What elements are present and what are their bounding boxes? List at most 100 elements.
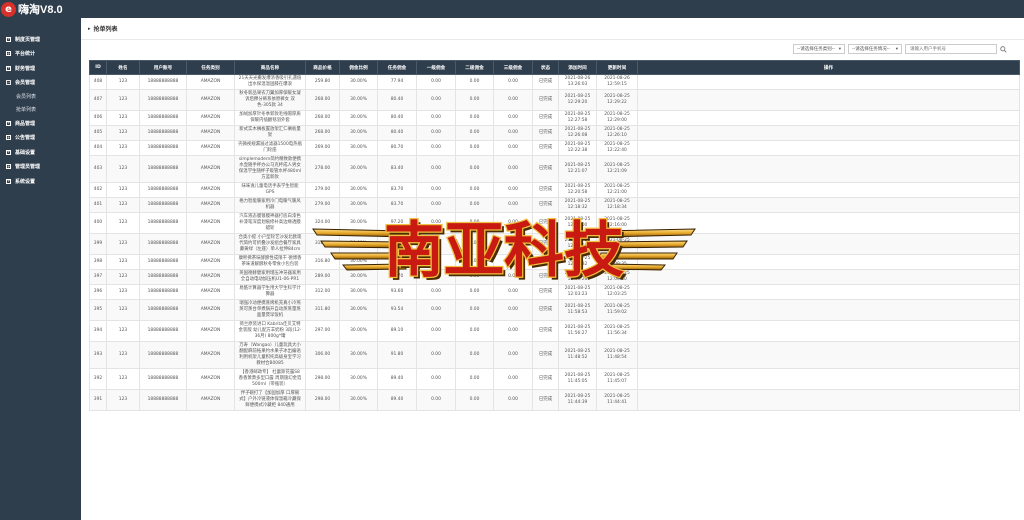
level2-commission-cell: 0.00 xyxy=(455,74,494,90)
product-name-cell: 万寿（Wangao）儿童玩具大小翻配麻前拓果约水果子冰出编语利用机架儿童积托高级… xyxy=(234,341,306,369)
task-type-cell: AMAZON xyxy=(186,110,235,126)
column-header: 任务佣金 xyxy=(377,60,417,75)
product-name-cell: 伴子碗打了【加固加厚 口厚碗式】户外冷链液体保温箱冷藏保鲜便携式冷藏柜 840通… xyxy=(234,389,306,411)
sidebar-item-basic-settings[interactable]: + 基础设置 xyxy=(0,145,81,160)
task-commission-cell: 83.70 xyxy=(377,197,417,213)
task-type-cell: AMAZON xyxy=(186,212,235,234)
updated-at-cell: 2021-08-26 12:59:15 xyxy=(596,74,638,90)
id-cell: 403 xyxy=(89,155,107,183)
status-cell: 已完成 xyxy=(532,182,559,198)
name-cell: 123 xyxy=(106,182,140,198)
actions-cell xyxy=(637,320,1020,342)
task-commission-cell: 89.10 xyxy=(377,320,417,342)
price-cell: 297.00 xyxy=(305,320,340,342)
sidebar-subitem-grab-list[interactable]: 抢单列表 xyxy=(0,103,81,116)
actions-cell xyxy=(637,182,1020,198)
table-row: 407 123 18888888888 AMAZON 秋冬新品果农刀翼加厚保暖女凝诉后穆… xyxy=(89,89,1020,111)
account-cell: 18888888888 xyxy=(139,197,187,213)
expand-plus-icon: + xyxy=(6,36,11,42)
name-cell: 123 xyxy=(106,140,140,156)
sidebar-item-label: 基础设置 xyxy=(15,149,36,156)
task-status-select-value: --请选择任务情况-- xyxy=(852,47,890,52)
sidebar-item-admins[interactable]: + 管理员管理 xyxy=(0,160,81,175)
level3-commission-cell: 0.00 xyxy=(493,182,533,198)
account-cell: 18888888888 xyxy=(139,254,187,270)
status-cell: 已完成 xyxy=(532,74,559,90)
level3-commission-cell: 0.00 xyxy=(493,254,533,270)
sidebar: + 制度页管理 + 平台统计 + 财务管理 − 会员管理 会员列表 抢单列表 + 商品管理… xyxy=(0,18,81,520)
account-cell: 18888888888 xyxy=(139,299,187,321)
task-type-cell: AMAZON xyxy=(186,140,235,156)
search-button[interactable] xyxy=(997,44,1010,54)
price-cell: 268.00 xyxy=(305,110,340,126)
status-cell: 已完成 xyxy=(532,299,559,321)
sidebar-item-label: 商品管理 xyxy=(15,120,36,127)
actions-cell xyxy=(637,125,1020,141)
task-commission-cell: 95.40 xyxy=(377,233,417,255)
product-name-cell: 格力智能暖家用冷门电暖气暖风机器 xyxy=(234,197,306,213)
column-header: 佣金比例 xyxy=(339,60,378,75)
created-at-cell: 2021-08-25 12:27:58 xyxy=(558,110,597,126)
actions-cell xyxy=(637,368,1020,390)
id-cell: 393 xyxy=(89,341,107,369)
price-cell: 268.00 xyxy=(305,89,340,111)
status-cell: 已完成 xyxy=(532,254,559,270)
level3-commission-cell: 0.00 xyxy=(493,233,533,255)
product-name-cell: 味味逸儿童电话手表学生智能GPS xyxy=(234,182,306,198)
search-input[interactable] xyxy=(905,44,997,54)
page-title: 抢单列表 xyxy=(93,26,118,33)
updated-at-cell: 2021-08-25 11:56:34 xyxy=(596,320,638,342)
sidebar-subitem-member-list[interactable]: 会员列表 xyxy=(0,90,81,103)
level1-commission-cell: 0.00 xyxy=(416,299,456,321)
expand-plus-icon: + xyxy=(6,50,11,57)
sidebar-item-system-settings[interactable]: + 系统设置 xyxy=(0,174,81,189)
task-commission-cell: 89.40 xyxy=(377,368,417,390)
column-header: 二级佣金 xyxy=(455,60,494,75)
created-at-cell: 2021-08-25 11:44:39 xyxy=(558,389,597,411)
column-header: 状态 xyxy=(532,60,559,75)
level2-commission-cell: 0.00 xyxy=(455,89,494,111)
sidebar-item-statistics[interactable]: + 平台统计 xyxy=(0,47,81,62)
filter-bar: --请选择任务类别-- ▾ --请选择任务情况-- ▾ xyxy=(789,43,1024,55)
product-name-cell: 新式实木搁板置放架汇仁搁板量架 xyxy=(234,125,306,141)
level2-commission-cell: 0.00 xyxy=(455,320,494,342)
account-cell: 18888888888 xyxy=(139,341,187,369)
level2-commission-cell: 0.00 xyxy=(455,110,494,126)
created-at-cell: 2021-08-25 12:09:32 xyxy=(558,254,597,270)
account-cell: 18888888888 xyxy=(139,368,187,390)
sidebar-item-announcements[interactable]: + 公告管理 xyxy=(0,131,81,146)
account-cell: 18888888888 xyxy=(139,89,187,111)
level2-commission-cell: 0.00 xyxy=(455,254,494,270)
id-cell: 406 xyxy=(89,110,107,126)
level1-commission-cell: 0.00 xyxy=(416,320,456,342)
id-cell: 407 xyxy=(89,89,107,111)
task-type-cell: AMAZON xyxy=(186,299,235,321)
table-row: 402 123 18888888888 AMAZON 味味逸儿童电话手表学生智能GPS 2… xyxy=(89,182,1020,198)
status-cell: 已完成 xyxy=(532,212,559,234)
actions-cell xyxy=(637,197,1020,213)
commission-rate-cell: 30.00% xyxy=(339,74,378,90)
account-cell: 18888888888 xyxy=(139,284,187,300)
task-type-cell: AMAZON xyxy=(186,341,235,369)
created-at-cell: 2021-08-25 11:48:52 xyxy=(558,341,597,369)
name-cell: 123 xyxy=(106,254,140,270)
task-status-select[interactable]: --请选择任务情况-- ▾ xyxy=(848,44,902,54)
task-type-cell: AMAZON xyxy=(186,233,235,255)
sidebar-item-products[interactable]: + 商品管理 xyxy=(0,116,81,131)
expand-plus-icon: + xyxy=(6,134,11,141)
sidebar-item-members[interactable]: − 会员管理 xyxy=(0,76,81,91)
search-icon xyxy=(1000,45,1007,53)
table-row: 406 123 18888888888 AMAZON 加绒加厚针冬季新款毛线帽厚质保暖内… xyxy=(89,110,1020,126)
actions-cell xyxy=(637,341,1020,369)
task-commission-cell: 95.04 xyxy=(377,254,417,270)
task-type-select[interactable]: --请选择任务类别-- ▾ xyxy=(793,44,845,54)
task-type-cell: AMAZON xyxy=(186,155,235,183)
updated-at-cell: 2021-08-25 12:06:30 xyxy=(596,269,638,285)
commission-rate-cell: 30.00% xyxy=(339,341,378,369)
product-name-cell: 合奥小提 小户型轮艺沙发北欧现代简约可折叠沙发组合餐厅家具 藤黄绿（左座）单人拉… xyxy=(234,233,306,255)
sidebar-item-system-page[interactable]: + 制度页管理 xyxy=(0,32,81,47)
price-cell: 279.00 xyxy=(305,197,340,213)
created-at-cell: 2021-08-25 12:06:28 xyxy=(558,269,597,285)
sidebar-item-finance[interactable]: + 财务管理 xyxy=(0,61,81,76)
level2-commission-cell: 0.00 xyxy=(455,341,494,369)
